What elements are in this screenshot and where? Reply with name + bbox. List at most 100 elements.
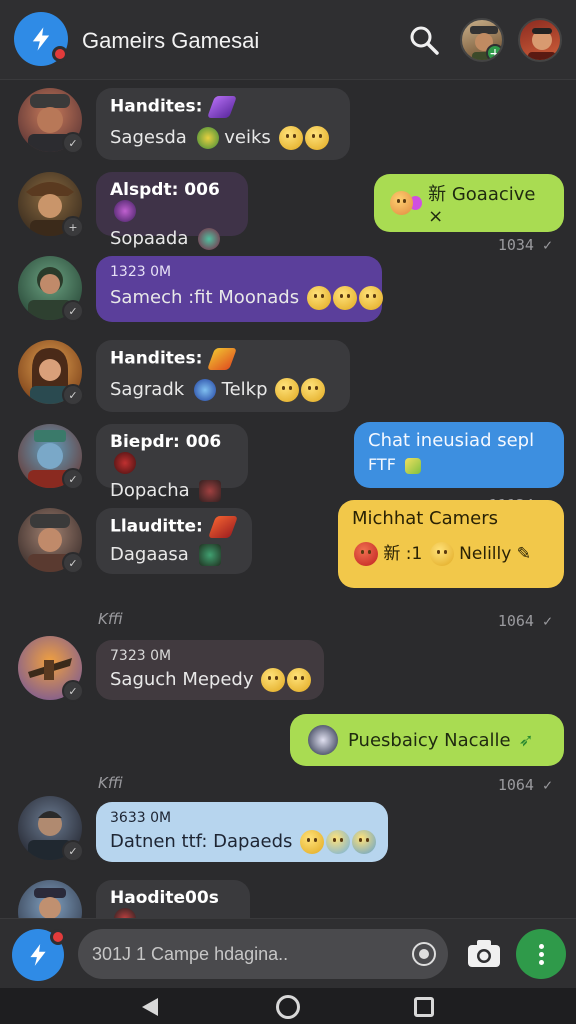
- sticker-icon: [196, 127, 219, 149]
- message-time: 3633 0M: [110, 810, 172, 826]
- sender-name: Handites:: [110, 348, 336, 370]
- message-bubble[interactable]: Handites: Sagesda veiks: [96, 88, 350, 160]
- emoji-icon: [278, 126, 303, 150]
- sticker-icon: [198, 228, 221, 250]
- chat-title: Gameirs Gamesai: [82, 28, 260, 53]
- message-text: Puesbaicy Nacalle: [348, 729, 511, 751]
- app-menu-button[interactable]: [12, 929, 66, 981]
- participant-avatar-2[interactable]: [518, 18, 562, 62]
- more-options-button[interactable]: [516, 929, 566, 979]
- read-check-icon: ✓: [542, 776, 552, 794]
- outgoing-message-bubble[interactable]: 新 Goaacive ×: [374, 174, 564, 232]
- message-input-container: [78, 929, 448, 979]
- message-row: ✓ Handites: Sagradk Telkp: [0, 338, 576, 414]
- message-text: Sagesda veiks: [110, 126, 336, 150]
- message-bubble[interactable]: Llauditte: Dagaasa: [96, 508, 252, 574]
- message-meta: 1064 ✓: [497, 776, 552, 794]
- message-row: Haodite00s: [0, 878, 576, 918]
- sender-name: Handites:: [110, 96, 336, 118]
- check-badge-icon: ✓: [62, 840, 84, 862]
- nav-recent-icon[interactable]: [414, 997, 434, 1017]
- top-bar: Gameirs Gamesai +: [0, 0, 576, 80]
- read-check-icon: ✓: [542, 612, 552, 630]
- message-meta: 1064 ✓: [497, 612, 552, 630]
- leaf-icon: ➶: [518, 729, 534, 751]
- outgoing-message-bubble[interactable]: Michhat Camers 新 :1 Nelilly ✎: [338, 500, 564, 588]
- sender-avatar[interactable]: [18, 880, 82, 918]
- emoji-icon: [261, 668, 286, 692]
- message-text: Michhat Camers: [352, 508, 499, 529]
- sticker-icon: [114, 452, 136, 474]
- emoji-icon: [354, 542, 378, 566]
- emoji-icon: [287, 668, 312, 692]
- camera-button[interactable]: [466, 937, 502, 971]
- message-bubble[interactable]: Alspdt: 006 Sopaada: [96, 172, 248, 250]
- sticker-icon: [193, 379, 216, 401]
- message-text-line2: FTF: [368, 455, 550, 474]
- message-bubble[interactable]: 7323 0M Saguch Mepedy: [96, 640, 324, 700]
- message-input[interactable]: [92, 943, 398, 965]
- message-text: Sagradk Telkp: [110, 378, 336, 402]
- day-label: Kffi: [98, 610, 123, 628]
- message-bubble[interactable]: 3633 0M Datnen ttf: Dapaeds: [96, 802, 388, 862]
- camera-icon: [468, 940, 500, 967]
- outgoing-message-bubble[interactable]: Chat ineusiad sepl FTF: [354, 422, 564, 488]
- sender-name: Haodite00s: [110, 888, 236, 918]
- message-composer: [0, 918, 576, 988]
- emoji-icon: [358, 286, 383, 310]
- sticker-icon: [207, 96, 238, 118]
- avatar-face-icon: [34, 888, 66, 918]
- day-label: Kffi: [98, 774, 123, 792]
- emoji-icon: [352, 830, 377, 854]
- message-bubble[interactable]: Handites: Sagradk Telkp: [96, 340, 350, 412]
- sticker-icon: [308, 725, 338, 755]
- lightning-bolt-icon: [32, 27, 50, 51]
- check-badge-icon: ✓: [62, 552, 84, 574]
- message-meta: 1034 ✓: [497, 236, 552, 254]
- more-vertical-icon: [538, 943, 544, 949]
- message-row: ✓ 1323 0M Samech :fit Moonads: [0, 254, 576, 330]
- message-bubble[interactable]: 1323 0M Samech :fit Moonads: [96, 256, 383, 322]
- emoji-icon: [304, 126, 329, 150]
- message-text: Saguch Mepedy: [110, 668, 312, 692]
- check-badge-icon: +: [62, 216, 84, 238]
- sticker-icon: [114, 200, 136, 222]
- message-bubble[interactable]: Biepdr: 006 Dopacha: [96, 424, 248, 502]
- message-time: 1323 0M: [110, 264, 172, 280]
- emoji-icon: [275, 378, 300, 402]
- attach-icon[interactable]: [412, 942, 436, 966]
- message-bubble[interactable]: Haodite00s: [96, 880, 250, 918]
- sticker-icon: [207, 516, 238, 538]
- message-row: + Alspdt: 006 Sopaada 新 Goaacive × 1034 …: [0, 170, 576, 254]
- message-text: Dagaasa: [110, 544, 238, 566]
- pencil-icon: ✎: [516, 544, 531, 564]
- emoji-icon: [390, 191, 413, 215]
- message-text: Sopaada: [110, 228, 234, 250]
- search-button[interactable]: [406, 22, 442, 58]
- avatar-face-icon: [528, 28, 556, 60]
- sender-name: Alspdt: 006: [110, 180, 234, 222]
- check-badge-icon: ✓: [62, 680, 84, 702]
- check-badge-icon: ✓: [62, 468, 84, 490]
- emoji-icon: [300, 830, 325, 854]
- message-row: ✓ Handites: Sagesda veiks: [0, 86, 576, 162]
- emoji-icon: [429, 542, 454, 566]
- message-text: 新 Goaacive ×: [428, 183, 536, 227]
- notification-dot: [50, 929, 66, 945]
- app-logo-button[interactable]: [14, 12, 68, 66]
- system-nav-bar: [0, 988, 576, 1024]
- nav-home-icon[interactable]: [276, 995, 300, 1019]
- message-text: Chat ineusiad sepl: [368, 430, 535, 451]
- participant-avatar-1[interactable]: +: [460, 18, 504, 62]
- message-text: Samech :fit Moonads: [110, 286, 383, 310]
- message-row: Puesbaicy Nacalle ➶ Kffi 1064 ✓: [0, 712, 576, 802]
- message-text-line2: 新 :1 Nelilly ✎: [352, 539, 550, 566]
- sticker-icon: [207, 348, 238, 370]
- outgoing-message-bubble[interactable]: Puesbaicy Nacalle ➶: [290, 714, 564, 766]
- emoji-icon: [326, 830, 351, 854]
- sticker-icon: [198, 544, 221, 566]
- message-list[interactable]: ✓ Handites: Sagesda veiks + Alspdt: 006 …: [0, 80, 576, 918]
- nav-back-icon[interactable]: [142, 998, 158, 1016]
- message-row: ✓ 3633 0M Datnen ttf: Dapaeds: [0, 794, 576, 870]
- message-row: ✓ Biepdr: 006 Dopacha Chat ineusiad sepl…: [0, 422, 576, 514]
